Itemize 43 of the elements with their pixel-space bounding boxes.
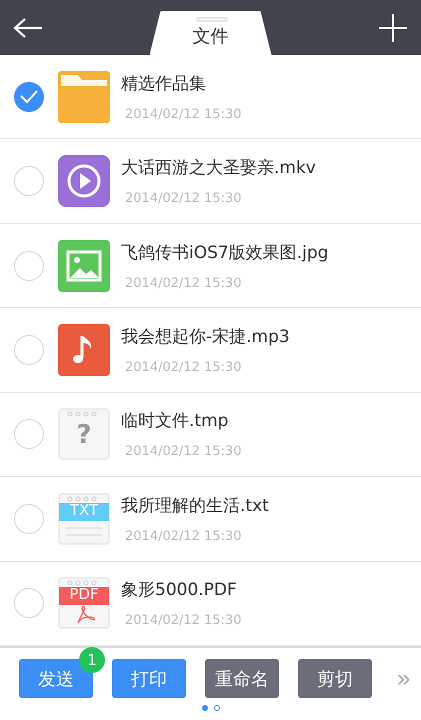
file-name: 我会想起你-宋捷.mp3: [121, 326, 290, 348]
checkmark-icon: [20, 90, 38, 104]
select-checkbox[interactable]: [14, 250, 44, 281]
file-name: 临时文件.tmp: [121, 410, 230, 432]
play-icon: [58, 155, 110, 208]
file-date: 2014/02/12 15:30: [125, 191, 243, 206]
file-type-label: TXT: [70, 502, 98, 518]
back-arrow-icon: [13, 16, 43, 38]
action-button[interactable]: 打印: [112, 659, 186, 698]
page-dot[interactable]: [214, 705, 220, 711]
page-dot[interactable]: [202, 705, 208, 711]
select-checkbox[interactable]: [14, 588, 44, 618]
count-badge: 1: [79, 647, 105, 673]
file-name: 象形5000.PDF: [121, 579, 238, 602]
file-date: 2014/02/12 15:30: [125, 613, 242, 628]
file-name: 我所理解的生活.txt: [121, 494, 269, 517]
file-date: 2014/02/12 15:30: [125, 444, 242, 460]
page-title: 文件: [192, 25, 228, 48]
file-date: 2014/02/12 15:30: [125, 106, 242, 122]
music-note-icon: [58, 324, 110, 376]
folder-icon: [58, 70, 110, 123]
file-date: 2014/02/12 15:30: [125, 276, 243, 291]
select-checkbox[interactable]: [14, 166, 44, 196]
file-name: 精选作品集: [121, 72, 207, 95]
drag-handle-icon: [196, 17, 228, 22]
file-type-label: ?: [76, 422, 92, 448]
plus-icon: [379, 14, 407, 42]
file-name: 飞鸽传书iOS7版效果图.jpg: [121, 242, 328, 264]
action-button[interactable]: 剪切: [298, 659, 372, 698]
file-date: 2014/02/12 15:30: [125, 528, 243, 544]
document-icon: [58, 577, 110, 630]
select-checkbox[interactable]: [14, 334, 44, 365]
file-date: 2014/02/12 15:30: [125, 360, 243, 375]
title-tab[interactable]: 文件: [150, 11, 272, 55]
document-icon: [58, 492, 110, 545]
action-button[interactable]: 重命名: [205, 659, 279, 698]
select-checkbox[interactable]: [14, 82, 44, 112]
file-type-label: PDF: [69, 587, 99, 602]
select-checkbox[interactable]: [14, 504, 44, 534]
file-name: 大话西游之大圣娶亲.mkv: [121, 157, 316, 180]
image-icon: [58, 240, 110, 292]
select-checkbox[interactable]: [14, 419, 44, 450]
document-icon: [58, 408, 110, 460]
